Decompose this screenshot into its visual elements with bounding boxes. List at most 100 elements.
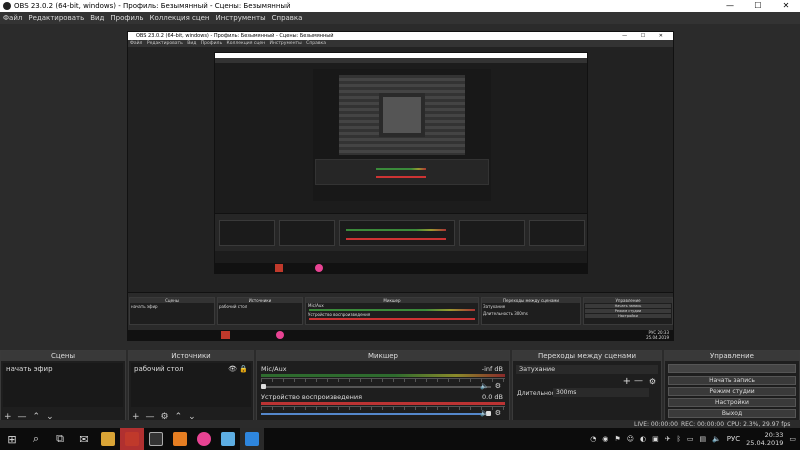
source-item-label: рабочий стол [134, 365, 184, 373]
volume-icon[interactable]: 🔈 [712, 435, 721, 443]
obs-taskbar-icon[interactable] [240, 428, 264, 450]
nested-date: 25.04.2019 [646, 335, 669, 340]
app-icon[interactable] [144, 428, 168, 450]
system-tray: ◔ ◉ ⚑ ☺ ◐ ▣ ✈ ᛒ ▭ ▤ 🔈 РУС 20:33 25.04.20… [590, 428, 796, 450]
menu-file[interactable]: Файл [0, 14, 25, 22]
menu-scene-collection[interactable]: Коллекция сцен [147, 14, 213, 22]
remove-transition-button[interactable]: — [634, 376, 643, 386]
tray-icon[interactable]: ◉ [602, 435, 608, 443]
mic-meter [261, 374, 505, 377]
nested-taskbar-clock: РУС 20:33 25.04.2019 [646, 330, 669, 340]
nested2-sources-panel [279, 220, 335, 246]
start-streaming-button[interactable] [668, 364, 796, 373]
search-icon[interactable]: ⌕ [24, 428, 48, 450]
mic-db: -inf dB [481, 365, 503, 373]
taskbar: ⊞ ⌕ ⧉ ✉ ◔ ◉ ⚑ ☺ ◐ ▣ ✈ ᛒ ▭ ▤ 🔈 РУС 20:33 … [0, 428, 800, 450]
menu-view[interactable]: Вид [87, 14, 107, 22]
scenes-header: Сцены [1, 351, 125, 361]
nested-studio-mode-button: Режим студии [585, 309, 671, 313]
nested-duration-value: 300ms [514, 311, 528, 316]
tray-icon[interactable]: ▭ [687, 435, 694, 443]
tray-icon[interactable]: ◔ [590, 435, 596, 443]
tray-icon[interactable]: ☺ [627, 435, 634, 443]
settings-button[interactable]: Настройки [668, 398, 796, 407]
studio-mode-button[interactable]: Режим студии [668, 387, 796, 396]
tray-icon[interactable]: ✈ [665, 435, 671, 443]
nested2-menu-bar [215, 58, 587, 63]
app-icon[interactable] [120, 428, 144, 450]
nested3-meter [376, 168, 426, 170]
lock-icon[interactable]: 🔒 [239, 365, 248, 373]
app-icon[interactable] [216, 428, 240, 450]
mic-volume-slider[interactable] [261, 386, 491, 388]
scene-item[interactable]: начать эфир [3, 363, 123, 375]
window-title: OBS 23.0.2 (64-bit, windows) - Профиль: … [14, 2, 291, 10]
scenes-list[interactable]: начать эфир [3, 363, 123, 407]
nested2-scenes-panel [219, 220, 275, 246]
nested-obs-window: OBS 23.0.2 (64-bit, windows) - Профиль: … [127, 31, 674, 341]
nested-settings-button: Настройки [585, 314, 671, 318]
menu-tools[interactable]: Инструменты [213, 14, 269, 22]
nested2-taskbar-app-icon [275, 264, 283, 272]
mic-volume-knob[interactable] [261, 384, 266, 389]
language-indicator[interactable]: РУС [727, 435, 740, 443]
nested2-dock [215, 213, 587, 251]
nested-scenes-panel: Сцены начать эфир [129, 297, 215, 325]
nested-sources-panel: Источники рабочий стол [217, 297, 303, 325]
maximize-button[interactable]: ☐ [744, 0, 772, 12]
nested-title: OBS 23.0.2 (64-bit, windows) - Профиль: … [136, 33, 334, 39]
start-recording-button[interactable]: Начать запись [668, 376, 796, 385]
speaker-icon[interactable]: 🔈 [480, 382, 489, 390]
speaker-icon[interactable]: 🔈 [480, 409, 489, 417]
tray-icon[interactable]: ◐ [640, 435, 646, 443]
nested-menu-bar: Файл Редактировать Вид Профиль Коллекция… [128, 40, 673, 47]
notification-icon[interactable]: ▭ [789, 435, 796, 443]
gear-icon[interactable]: ⚙ [495, 409, 501, 417]
desktop-audio-db: 0.0 dB [482, 393, 503, 401]
folder-icon[interactable] [96, 428, 120, 450]
gear-icon[interactable]: ⚙ [649, 377, 656, 386]
nested-obs-window-level3 [313, 69, 491, 201]
desktop-volume-slider[interactable] [261, 413, 491, 415]
sources-list[interactable]: рабочий стол 👁 🔒 [131, 363, 251, 407]
add-transition-button[interactable]: + [623, 376, 631, 387]
nested2-taskbar [215, 263, 587, 273]
sources-header: Источники [129, 351, 253, 361]
nested2-controls-panel [529, 220, 585, 246]
nested2-taskbar-app-icon [315, 264, 323, 272]
sources-panel: Источники рабочий стол 👁 🔒 + — ⚙ ⌃ ⌄ [128, 350, 254, 426]
mic-label: Mic/Aux [261, 365, 287, 373]
nested-duration-label: Длительность [483, 311, 513, 316]
preview-canvas[interactable]: OBS 23.0.2 (64-bit, windows) - Профиль: … [0, 24, 800, 348]
mail-icon[interactable]: ✉ [72, 428, 96, 450]
tray-icon[interactable]: ▣ [652, 435, 659, 443]
close-button[interactable]: ✕ [772, 0, 800, 12]
minimize-button[interactable]: — [716, 0, 744, 12]
exit-button[interactable]: Выход [668, 409, 796, 418]
eye-icon[interactable]: 👁 [228, 365, 237, 373]
task-view-icon[interactable]: ⧉ [48, 428, 72, 450]
main-dock: Сцены начать эфир + — ⌃ ⌄ Источники рабо… [0, 348, 800, 428]
tray-icon[interactable]: ⚑ [614, 435, 620, 443]
transition-select[interactable]: Затухание [516, 365, 658, 374]
transitions-header: Переходы между сценами [513, 351, 661, 361]
nested2-meter [346, 238, 446, 240]
gear-icon[interactable]: ⚙ [495, 382, 501, 390]
windows-start-icon[interactable]: ⊞ [0, 428, 24, 450]
duration-input[interactable]: 300ms [553, 388, 649, 397]
tray-icon[interactable]: ▤ [699, 435, 706, 443]
bluetooth-icon[interactable]: ᛒ [677, 435, 681, 443]
obs-logo-icon [3, 2, 11, 10]
clock-time: 20:33 [764, 431, 784, 439]
nested2-title-bar [215, 53, 587, 58]
app-icon[interactable] [192, 428, 216, 450]
menu-edit[interactable]: Редактировать [25, 14, 87, 22]
app-icon[interactable] [168, 428, 192, 450]
menu-profile[interactable]: Профиль [107, 14, 146, 22]
menu-help[interactable]: Справка [269, 14, 306, 22]
mixer-header: Микшер [257, 351, 509, 361]
source-item[interactable]: рабочий стол 👁 🔒 [131, 363, 251, 375]
taskbar-clock[interactable]: 20:33 25.04.2019 [746, 431, 783, 447]
window-title-bar: OBS 23.0.2 (64-bit, windows) - Профиль: … [0, 0, 800, 12]
nested-mixer-panel: Микшер Mic/Aux Устройство воспроизведени… [305, 297, 479, 325]
